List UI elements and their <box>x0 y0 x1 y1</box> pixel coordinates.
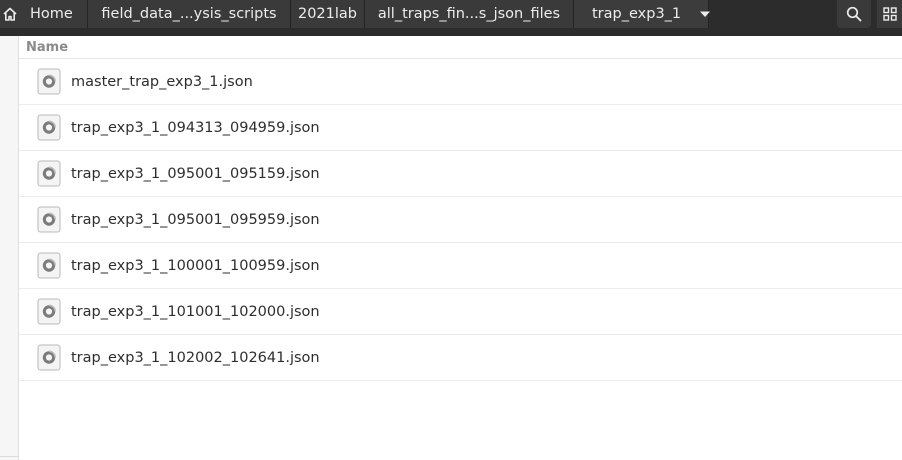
json-file-icon <box>37 68 61 95</box>
file-list: Name master_trap_exp3_1.json trap_exp3_1… <box>19 36 902 381</box>
file-name: trap_exp3_1_101001_102000.json <box>71 303 320 320</box>
file-row[interactable]: trap_exp3_1_102002_102641.json <box>19 335 902 381</box>
sidebar-divider <box>0 456 19 457</box>
sidebar[interactable] <box>0 36 19 460</box>
json-file-icon <box>37 160 61 187</box>
column-header-name[interactable]: Name <box>19 36 902 59</box>
breadcrumb-home-label: Home <box>30 6 73 22</box>
json-file-icon <box>37 298 61 325</box>
breadcrumb-item-label: field_data_...ysis_scripts <box>101 6 277 22</box>
search-icon <box>846 6 862 22</box>
file-manager-window: Home field_data_...ysis_scripts 2021lab … <box>0 0 902 460</box>
breadcrumb-current-item[interactable]: trap_exp3_1 <box>574 0 711 28</box>
breadcrumb: Home field_data_...ysis_scripts 2021lab … <box>0 0 711 28</box>
grid-view-icon <box>883 7 897 21</box>
view-toggle-button[interactable] <box>877 0 902 28</box>
json-file-icon <box>37 344 61 371</box>
file-row[interactable]: trap_exp3_1_095001_095159.json <box>19 151 902 197</box>
file-name: trap_exp3_1_100001_100959.json <box>71 257 320 274</box>
file-name: trap_exp3_1_102002_102641.json <box>71 349 320 366</box>
file-name: master_trap_exp3_1.json <box>71 73 253 90</box>
file-row[interactable]: trap_exp3_1_095001_095959.json <box>19 197 902 243</box>
chevron-down-icon[interactable] <box>699 10 711 18</box>
file-row[interactable]: master_trap_exp3_1.json <box>19 59 902 105</box>
breadcrumb-home[interactable]: Home <box>0 0 88 28</box>
file-row[interactable]: trap_exp3_1_094313_094959.json <box>19 105 902 151</box>
file-row[interactable]: trap_exp3_1_100001_100959.json <box>19 243 902 289</box>
breadcrumb-item[interactable]: field_data_...ysis_scripts <box>88 0 291 28</box>
json-file-icon <box>37 252 61 279</box>
file-name: trap_exp3_1_094313_094959.json <box>71 119 320 136</box>
breadcrumb-current-label: trap_exp3_1 <box>592 6 682 22</box>
file-name: trap_exp3_1_095001_095159.json <box>71 165 320 182</box>
header-bar: Home field_data_...ysis_scripts 2021lab … <box>0 0 902 36</box>
breadcrumb-item[interactable]: 2021lab <box>291 0 365 28</box>
file-row[interactable]: trap_exp3_1_101001_102000.json <box>19 289 902 335</box>
json-file-icon <box>37 114 61 141</box>
search-button[interactable] <box>837 0 871 28</box>
home-icon <box>2 6 18 22</box>
breadcrumb-item[interactable]: all_traps_fin...s_json_files <box>365 0 574 28</box>
file-name: trap_exp3_1_095001_095959.json <box>71 211 320 228</box>
json-file-icon <box>37 206 61 233</box>
column-header-label: Name <box>26 39 69 55</box>
breadcrumb-item-label: 2021lab <box>297 6 358 22</box>
breadcrumb-item-label: all_traps_fin...s_json_files <box>377 6 561 22</box>
